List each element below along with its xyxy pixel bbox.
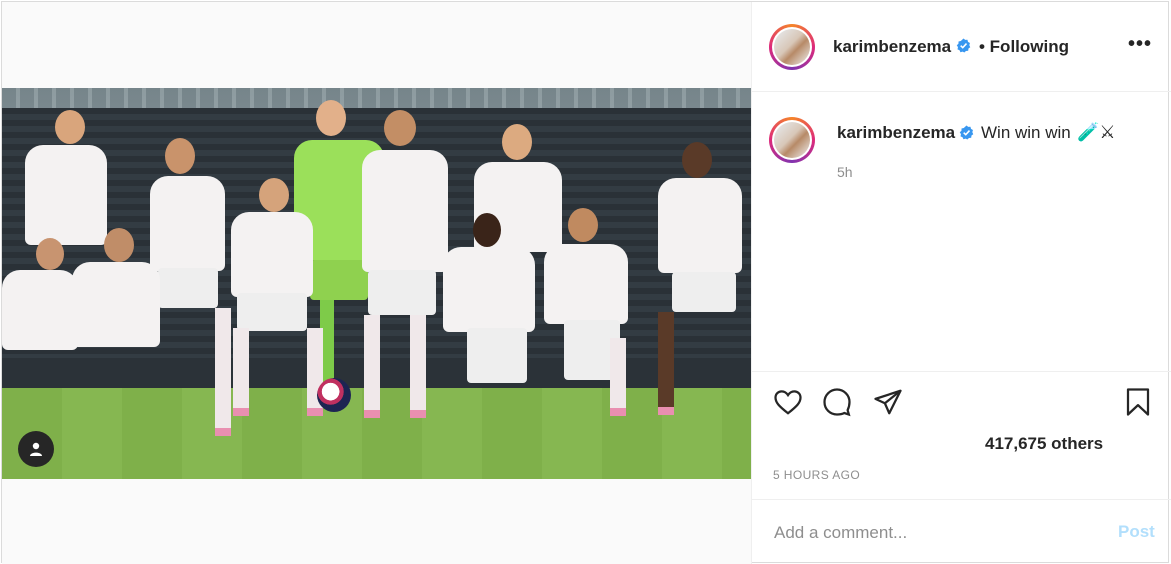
heart-icon[interactable] (773, 387, 803, 417)
football (317, 378, 351, 412)
caption-username[interactable]: karimbenzema (837, 123, 955, 143)
author-avatar[interactable] (769, 24, 815, 70)
player-figure (2, 238, 82, 418)
author-username[interactable]: karimbenzema (833, 37, 951, 57)
tag-button[interactable] (18, 431, 54, 467)
post-date[interactable]: 5 HOURS AGO (773, 468, 860, 482)
post-comment-button[interactable]: Post (1118, 522, 1155, 542)
more-options-icon[interactable]: ••• (1128, 33, 1152, 56)
media-area (2, 2, 751, 564)
verified-badge-icon (956, 38, 971, 53)
caption-timestamp[interactable]: 5h (837, 164, 853, 180)
player-figure (72, 228, 162, 418)
post-side-panel: karimbenzema • Following ••• karimbenzem… (751, 2, 1171, 564)
bookmark-icon[interactable] (1123, 386, 1153, 418)
player-figure (217, 178, 323, 418)
post-header: karimbenzema • Following ••• (752, 2, 1171, 92)
player-figure (654, 142, 749, 415)
following-button[interactable]: • Following (979, 37, 1069, 57)
player-figure (437, 213, 542, 413)
caption-avatar[interactable] (769, 117, 815, 163)
verified-badge-icon (959, 125, 974, 140)
caption-text: Win win win (981, 123, 1071, 142)
comment-composer: Post (752, 499, 1171, 564)
player-figure (544, 208, 636, 416)
comment-input[interactable] (772, 517, 1096, 549)
paper-plane-icon[interactable] (873, 387, 903, 417)
caption-emojis: 🧪⚔ (1077, 122, 1116, 142)
likes-count[interactable]: 417,675 others (985, 434, 1103, 454)
actions-divider (752, 371, 1171, 372)
user-tag-icon (30, 442, 42, 456)
comment-bubble-icon[interactable] (822, 387, 852, 417)
post-photo[interactable] (2, 88, 751, 479)
player-figure (354, 110, 449, 418)
avatar-image (774, 122, 810, 158)
post-dialog: karimbenzema • Following ••• karimbenzem… (1, 1, 1171, 564)
avatar-image (774, 29, 810, 65)
